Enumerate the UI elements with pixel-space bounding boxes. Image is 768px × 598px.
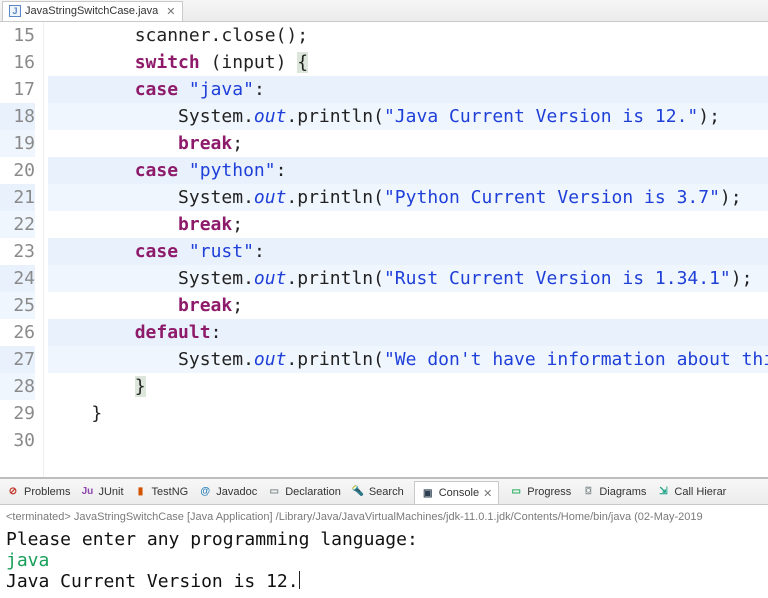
code-editor[interactable]: 15161718192021222324252627282930 scanner… <box>0 22 768 479</box>
code-line[interactable]: break; <box>48 211 768 238</box>
view-tab-label: TestNG <box>152 486 189 498</box>
code-line[interactable]: scanner.close(); <box>48 22 768 49</box>
view-tab-console[interactable]: ▣ Console ✕ <box>414 481 500 505</box>
close-icon[interactable]: ✕ <box>166 5 175 18</box>
declaration-icon: ▭ <box>267 485 281 499</box>
javadoc-icon: @ <box>198 485 212 499</box>
code-line[interactable]: default: <box>48 319 768 346</box>
close-icon[interactable]: ✕ <box>483 487 492 500</box>
view-tab-diagrams[interactable]: ⌼ Diagrams <box>581 485 646 499</box>
line-number: 17 <box>0 76 35 103</box>
line-number: 18 <box>0 103 35 130</box>
view-tab-label: Problems <box>24 486 70 498</box>
view-tab-label: Search <box>369 486 404 498</box>
code-line[interactable]: } <box>48 400 768 427</box>
line-number: 26 <box>0 319 35 346</box>
code-line[interactable]: switch (input) { <box>48 49 768 76</box>
line-number: 19 <box>0 130 35 157</box>
text-caret <box>299 571 300 589</box>
line-number: 20 <box>0 157 35 184</box>
console-output[interactable]: Please enter any programming language:ja… <box>6 529 762 592</box>
editor-tab-active[interactable]: J JavaStringSwitchCase.java ✕ <box>2 1 183 21</box>
call-hierar-icon: ⇲ <box>656 485 670 499</box>
view-tab-junit[interactable]: Ju JUnit <box>80 485 123 499</box>
line-number: 30 <box>0 427 35 454</box>
editor-tab-bar: J JavaStringSwitchCase.java ✕ <box>0 0 768 22</box>
editor-tab-filename: JavaStringSwitchCase.java <box>25 5 158 17</box>
view-tab-label: Progress <box>527 486 571 498</box>
code-line[interactable]: break; <box>48 292 768 319</box>
line-number: 29 <box>0 400 35 427</box>
line-number: 16 <box>0 49 35 76</box>
view-tab-label: Console <box>439 487 479 499</box>
problems-icon: ⊘ <box>6 485 20 499</box>
code-line[interactable]: System.out.println("Python Current Versi… <box>48 184 768 211</box>
view-tab-call-hierar[interactable]: ⇲ Call Hierar <box>656 485 726 499</box>
line-number: 22 <box>0 211 35 238</box>
code-line[interactable]: break; <box>48 130 768 157</box>
console-icon: ▣ <box>421 486 435 500</box>
console-status-line: <terminated> JavaStringSwitchCase [Java … <box>6 507 762 529</box>
code-line[interactable]: case "python": <box>48 157 768 184</box>
line-number: 28 <box>0 373 35 400</box>
view-tab-javadoc[interactable]: @ Javadoc <box>198 485 257 499</box>
progress-icon: ▭ <box>509 485 523 499</box>
view-tab-declaration[interactable]: ▭ Declaration <box>267 485 341 499</box>
code-line[interactable]: System.out.println("Java Current Version… <box>48 103 768 130</box>
view-tab-testng[interactable]: ▮ TestNG <box>134 485 189 499</box>
view-tab-problems[interactable]: ⊘ Problems <box>6 485 70 499</box>
code-area[interactable]: scanner.close(); switch (input) { case "… <box>44 22 768 477</box>
console-output-line: Java Current Version is 12. <box>6 571 762 592</box>
view-tab-label: Call Hierar <box>674 486 726 498</box>
code-line[interactable]: case "java": <box>48 76 768 103</box>
console-output-line: Please enter any programming language: <box>6 529 762 550</box>
java-file-icon: J <box>9 5 21 17</box>
line-number: 21 <box>0 184 35 211</box>
line-number-gutter: 15161718192021222324252627282930 <box>0 22 44 477</box>
search-icon: 🔦 <box>351 485 365 499</box>
line-number: 23 <box>0 238 35 265</box>
line-number: 27 <box>0 346 35 373</box>
code-line[interactable]: System.out.println("Rust Current Version… <box>48 265 768 292</box>
view-tab-label: Diagrams <box>599 486 646 498</box>
line-number: 15 <box>0 22 35 49</box>
view-tab-label: Declaration <box>285 486 341 498</box>
views-tab-strip: ⊘ Problems Ju JUnit ▮ TestNG @ Javadoc ▭ Declarat… <box>0 479 768 505</box>
view-tab-progress[interactable]: ▭ Progress <box>509 485 571 499</box>
view-tab-label: JUnit <box>98 486 123 498</box>
code-line[interactable]: } <box>48 373 768 400</box>
view-tab-search[interactable]: 🔦 Search <box>351 485 404 499</box>
line-number: 25 <box>0 292 35 319</box>
testng-icon: ▮ <box>134 485 148 499</box>
code-line[interactable]: case "rust": <box>48 238 768 265</box>
console-input-line: java <box>6 550 762 571</box>
console-view: <terminated> JavaStringSwitchCase [Java … <box>0 505 768 598</box>
view-tab-label: Javadoc <box>216 486 257 498</box>
junit-icon: Ju <box>80 485 94 499</box>
line-number: 24 <box>0 265 35 292</box>
code-line[interactable]: System.out.println("We don't have inform… <box>48 346 768 373</box>
diagrams-icon: ⌼ <box>581 485 595 499</box>
